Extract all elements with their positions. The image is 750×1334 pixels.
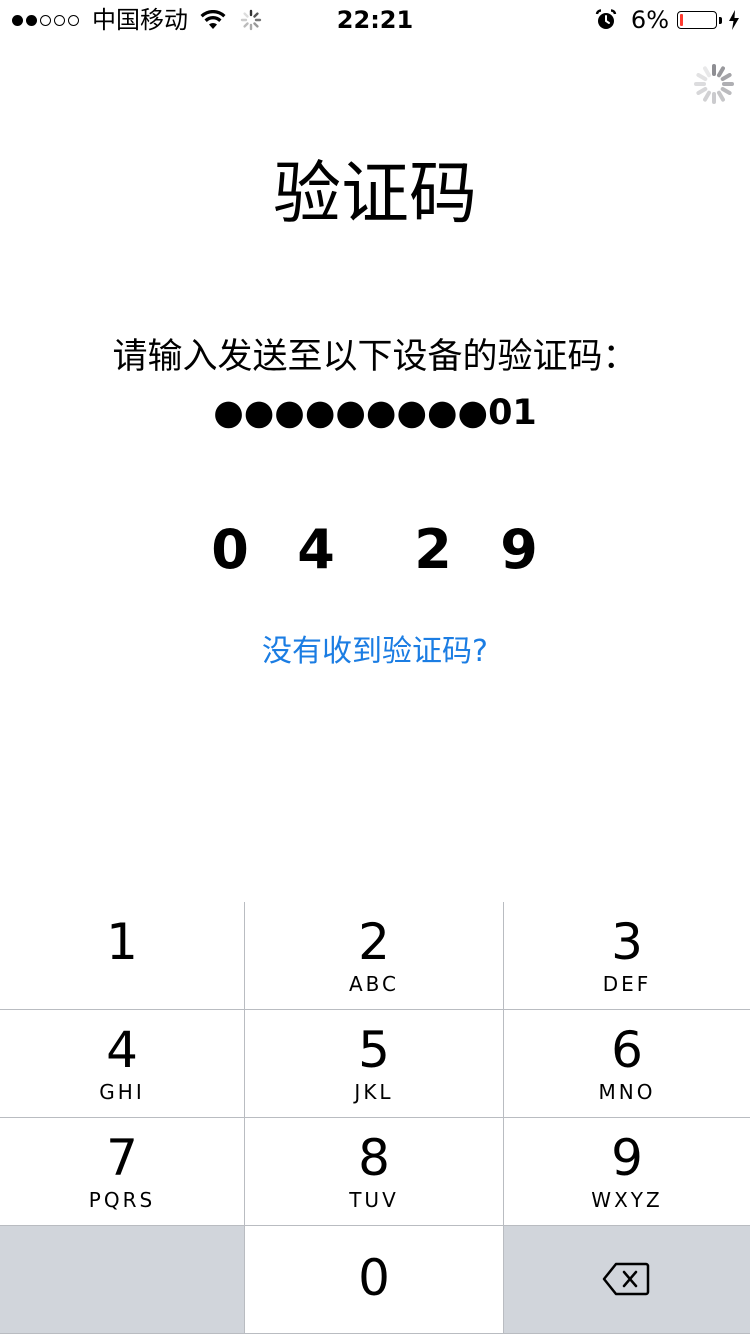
key-3[interactable]: 3 DEF [504, 902, 750, 1010]
key-2[interactable]: 2 ABC [245, 902, 504, 1010]
alarm-icon [595, 9, 617, 29]
code-digit: 0 [211, 518, 249, 581]
status-right: 6% [595, 6, 740, 34]
key-4[interactable]: 4 GHI [0, 1010, 245, 1118]
verification-screen: 中国移动 22:21 6% 验证码 请输入发送至以下设备的验证码： ●●●●●●… [0, 0, 750, 1334]
key-1[interactable]: 1 [0, 902, 245, 1010]
key-letters: GHI [99, 1080, 145, 1104]
key-number: 1 [106, 913, 138, 971]
backspace-key[interactable] [504, 1226, 750, 1334]
resend-code-link[interactable]: 没有收到验证码? [0, 630, 750, 674]
key-number: 8 [358, 1129, 390, 1187]
verification-code-input[interactable]: 0 4 2 9 [0, 518, 750, 582]
key-letters: JKL [354, 1080, 394, 1104]
key-9[interactable]: 9 WXYZ [504, 1118, 750, 1226]
key-7[interactable]: 7 PQRS [0, 1118, 245, 1226]
battery-icon [677, 11, 717, 29]
key-number: 6 [611, 1021, 643, 1079]
code-digit: 4 [297, 518, 335, 581]
key-letters: TUV [349, 1188, 399, 1212]
key-letters: MNO [598, 1080, 656, 1104]
backspace-icon [602, 1262, 650, 1296]
instruction-text: 请输入发送至以下设备的验证码： [112, 337, 638, 377]
numeric-keypad: 1 2 ABC 3 DEF 4 GHI 5 JKL 6 MNO 7 PQRS 8 [0, 902, 750, 1334]
key-number: 2 [358, 913, 390, 971]
spinner-icon [694, 64, 734, 104]
key-number: 5 [358, 1021, 390, 1079]
key-letters: WXYZ [591, 1188, 663, 1212]
key-letters: ABC [348, 972, 399, 996]
key-letters: DEF [602, 972, 652, 996]
code-digit: 9 [500, 518, 538, 581]
charging-bolt-icon [729, 10, 739, 30]
key-5[interactable]: 5 JKL [245, 1010, 504, 1118]
key-8[interactable]: 8 TUV [245, 1118, 504, 1226]
battery-percentage: 6% [630, 6, 669, 34]
key-0[interactable]: 0 [245, 1226, 504, 1334]
key-number: 7 [106, 1129, 138, 1187]
key-blank [0, 1226, 245, 1334]
status-bar: 中国移动 22:21 6% [0, 0, 750, 40]
key-6[interactable]: 6 MNO [504, 1010, 750, 1118]
key-number: 0 [358, 1249, 390, 1307]
masked-phone-number: ●●●●●●●●●01 [213, 393, 537, 433]
key-letters: PQRS [88, 1188, 156, 1212]
key-number: 4 [106, 1021, 138, 1079]
page-title: 验证码 [272, 155, 477, 234]
battery-level-fill [680, 14, 683, 26]
code-digit: 2 [414, 518, 452, 581]
battery-cap [719, 16, 722, 24]
key-number: 9 [611, 1129, 643, 1187]
key-number: 3 [611, 913, 643, 971]
